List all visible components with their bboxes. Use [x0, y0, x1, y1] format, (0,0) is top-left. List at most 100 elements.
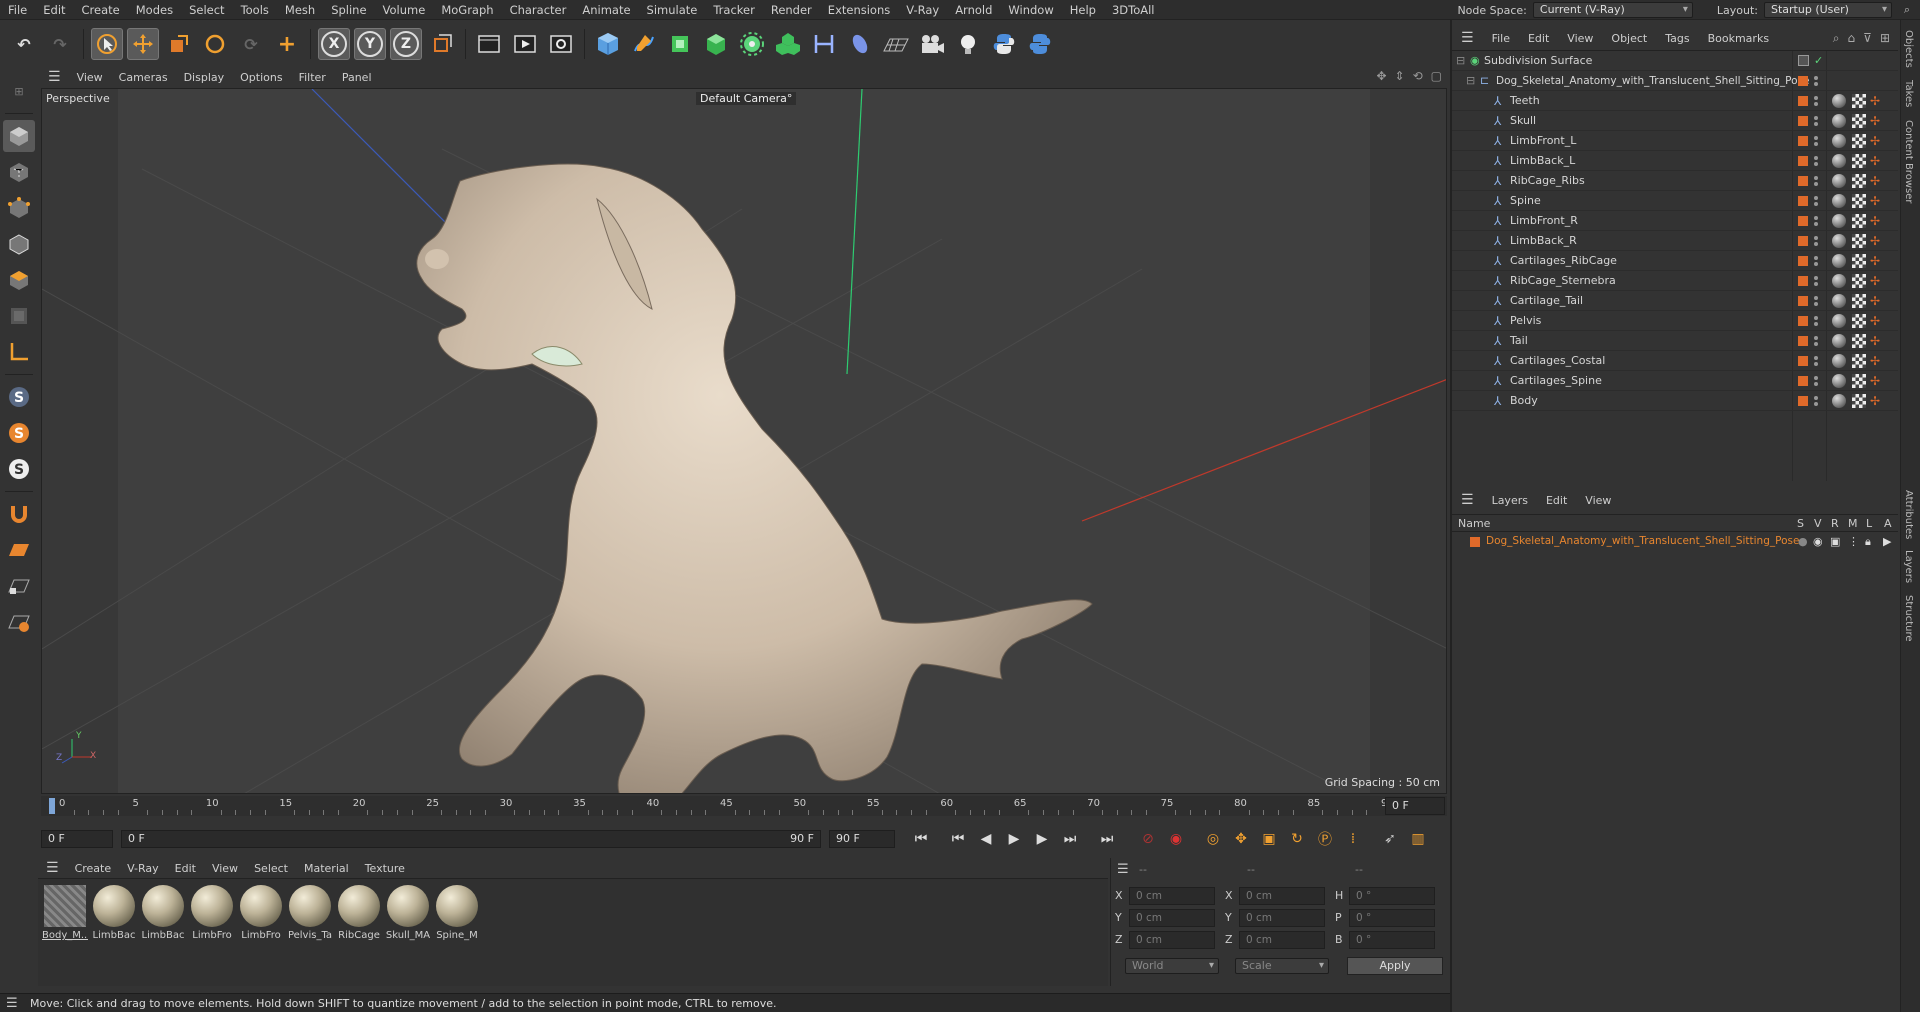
layer-render-icon[interactable]: ▣ [1830, 535, 1840, 548]
key-pla-icon[interactable]: ⁞ [1342, 828, 1364, 850]
texture-tag-icon[interactable] [1852, 354, 1866, 368]
object-row[interactable]: ⅄ Cartilages_RibCage ✢ [1452, 251, 1898, 271]
menu-render[interactable]: Render [763, 0, 820, 20]
skin-tag-icon[interactable]: ✢ [1870, 274, 1884, 288]
menu-help[interactable]: Help [1062, 0, 1104, 20]
render-visibility-dot[interactable] [1814, 122, 1818, 126]
tab-content-browser[interactable]: Content Browser [1903, 120, 1914, 203]
render-visibility-dot[interactable] [1814, 162, 1818, 166]
layer-row[interactable]: Dog_Skeletal_Anatomy_with_Translucent_Sh… [1452, 532, 1898, 552]
texture-tag-icon[interactable] [1852, 154, 1866, 168]
menu-edit[interactable]: Edit [35, 0, 73, 20]
texture-tag-icon[interactable] [1852, 114, 1866, 128]
material-menu-vray[interactable]: V-Ray [119, 862, 167, 875]
layer-toggle-icon[interactable] [1798, 55, 1809, 66]
material-tag-icon[interactable] [1832, 234, 1846, 248]
skin-tag-icon[interactable]: ✢ [1870, 214, 1884, 228]
editor-visibility-dot[interactable] [1814, 236, 1818, 240]
layer-color-swatch[interactable] [1798, 96, 1808, 106]
layer-color-swatch[interactable] [1798, 196, 1808, 206]
object-hamburger-icon[interactable]: ☰ [1452, 30, 1483, 46]
material-tag-icon[interactable] [1832, 394, 1846, 408]
menu-extensions[interactable]: Extensions [820, 0, 898, 20]
skin-tag-icon[interactable]: ✢ [1870, 94, 1884, 108]
layer-color-swatch[interactable] [1798, 336, 1808, 346]
texture-tag-icon[interactable] [1852, 394, 1866, 408]
coordinate-system-dropdown[interactable]: World [1125, 958, 1219, 974]
floor-icon[interactable] [880, 28, 912, 60]
play-icon[interactable]: ▶ [1003, 828, 1025, 850]
layer-color-swatch[interactable] [1798, 256, 1808, 266]
layer-color-swatch[interactable] [1798, 296, 1808, 306]
axis-mode-icon[interactable] [3, 336, 35, 368]
position-x-field[interactable]: 0 cm [1129, 887, 1215, 905]
layer-color-swatch[interactable] [1798, 276, 1808, 286]
layer-color-swatch[interactable] [1798, 216, 1808, 226]
editor-visibility-dot[interactable] [1814, 156, 1818, 160]
layer-color-swatch[interactable] [1798, 356, 1808, 366]
texture-tag-icon[interactable] [1852, 294, 1866, 308]
uv-mode-icon[interactable] [3, 300, 35, 332]
cloner-icon[interactable] [772, 28, 804, 60]
texture-tag-icon[interactable] [1852, 134, 1866, 148]
editor-visibility-dot[interactable] [1814, 296, 1818, 300]
material-tag-icon[interactable] [1832, 314, 1846, 328]
editor-visibility-dot[interactable] [1814, 316, 1818, 320]
size-z-field[interactable]: 0 cm [1239, 931, 1325, 949]
layer-color-swatch[interactable] [1798, 156, 1808, 166]
timeline-ruler[interactable]: 051015202530354045505560657075808590 0 F [41, 796, 1447, 816]
object-row[interactable]: ⅄ LimbBack_R ✢ [1452, 231, 1898, 251]
object-row-subdivision[interactable]: ⊟ ◉ Subdivision Surface ✓ [1452, 51, 1898, 71]
material-swatch[interactable]: RibCage [336, 885, 382, 949]
editor-visibility-dot[interactable] [1814, 396, 1818, 400]
menu-mograph[interactable]: MoGraph [433, 0, 501, 20]
object-menu-bookmarks[interactable]: Bookmarks [1699, 32, 1778, 45]
object-row[interactable]: ⅄ Skull ✢ [1452, 111, 1898, 131]
render-visibility-dot[interactable] [1814, 102, 1818, 106]
layer-color-swatch[interactable] [1798, 116, 1808, 126]
editor-visibility-dot[interactable] [1814, 376, 1818, 380]
texture-tag-icon[interactable] [1852, 94, 1866, 108]
python-icon[interactable] [988, 28, 1020, 60]
object-search-icon[interactable]: ⌕ [1833, 31, 1840, 46]
rotation-b-field[interactable]: 0 ° [1349, 931, 1435, 949]
subdivision-icon[interactable] [664, 28, 696, 60]
render-visibility-dot[interactable] [1814, 282, 1818, 286]
snap-icon[interactable]: S [3, 381, 35, 413]
tab-structure[interactable]: Structure [1903, 595, 1914, 642]
material-swatch[interactable]: LimbFro [189, 885, 235, 949]
redo-icon[interactable]: ↷ [44, 28, 76, 60]
render-visibility-dot[interactable] [1814, 142, 1818, 146]
next-key-icon[interactable]: ⏭ [1059, 828, 1081, 850]
skin-tag-icon[interactable]: ✢ [1870, 354, 1884, 368]
model-mode-icon[interactable] [3, 120, 35, 152]
editor-visibility-dot[interactable] [1814, 136, 1818, 140]
object-home-icon[interactable]: ⌂ [1848, 31, 1856, 46]
key-scale-icon[interactable]: ▣ [1258, 828, 1280, 850]
menu-arnold[interactable]: Arnold [947, 0, 1000, 20]
skin-tag-icon[interactable]: ✢ [1870, 254, 1884, 268]
coords-hamburger-icon[interactable]: ☰ [1117, 862, 1129, 877]
key-position-icon[interactable]: ✥ [1230, 828, 1252, 850]
skin-tag-icon[interactable]: ✢ [1870, 314, 1884, 328]
texture-tag-icon[interactable] [1852, 334, 1866, 348]
next-frame-icon[interactable]: ▶ [1031, 828, 1053, 850]
recent-tool-icon[interactable]: ⟳ [235, 28, 267, 60]
material-tag-icon[interactable] [1832, 174, 1846, 188]
viewport-rotate-icon[interactable]: ⟲ [1413, 69, 1423, 83]
frame-range-slider[interactable]: 0 F 90 F [121, 830, 821, 848]
texture-tag-icon[interactable] [1852, 194, 1866, 208]
viewport-hamburger-icon[interactable]: ☰ [40, 69, 69, 85]
scale-tool-icon[interactable] [163, 28, 195, 60]
texture-mode-icon[interactable] [3, 156, 35, 188]
editor-visibility-dot[interactable] [1814, 176, 1818, 180]
status-menu-icon[interactable]: ☰ [6, 996, 18, 1011]
camera-label[interactable]: Default Camera° [696, 92, 797, 105]
viewport-menu-filter[interactable]: Filter [291, 71, 334, 84]
end-frame-field[interactable]: 90 F [829, 830, 895, 848]
layer-color-swatch[interactable] [1798, 136, 1808, 146]
menu-modes[interactable]: Modes [128, 0, 181, 20]
material-menu-create[interactable]: Create [67, 862, 120, 875]
material-tag-icon[interactable] [1832, 274, 1846, 288]
object-row[interactable]: ⅄ Cartilages_Spine ✢ [1452, 371, 1898, 391]
